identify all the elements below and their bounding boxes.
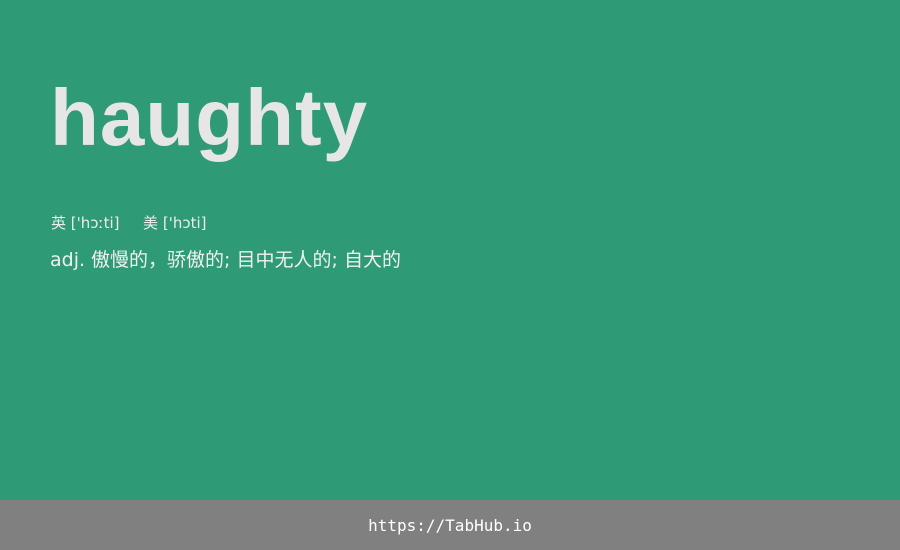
- uk-label: 英: [51, 214, 67, 232]
- us-label: 美: [143, 214, 159, 232]
- word-card-page: haughty 英 ['hɔːti] 美 ['hɔti] adj. 傲慢的，骄傲…: [0, 0, 900, 550]
- footer-bar: https://TabHub.io: [0, 500, 900, 550]
- definition-text: adj. 傲慢的，骄傲的; 目中无人的; 自大的: [50, 249, 401, 271]
- tabhub-link[interactable]: https://TabHub.io: [368, 516, 532, 535]
- pronunciation-row: 英 ['hɔːti] 美 ['hɔti]: [51, 212, 206, 234]
- headword: haughty: [50, 73, 369, 162]
- word-card: haughty 英 ['hɔːti] 美 ['hɔti] adj. 傲慢的，骄傲…: [0, 0, 900, 500]
- uk-phonetic: ['hɔːti]: [70, 214, 120, 232]
- us-phonetic: ['hɔti]: [162, 214, 207, 232]
